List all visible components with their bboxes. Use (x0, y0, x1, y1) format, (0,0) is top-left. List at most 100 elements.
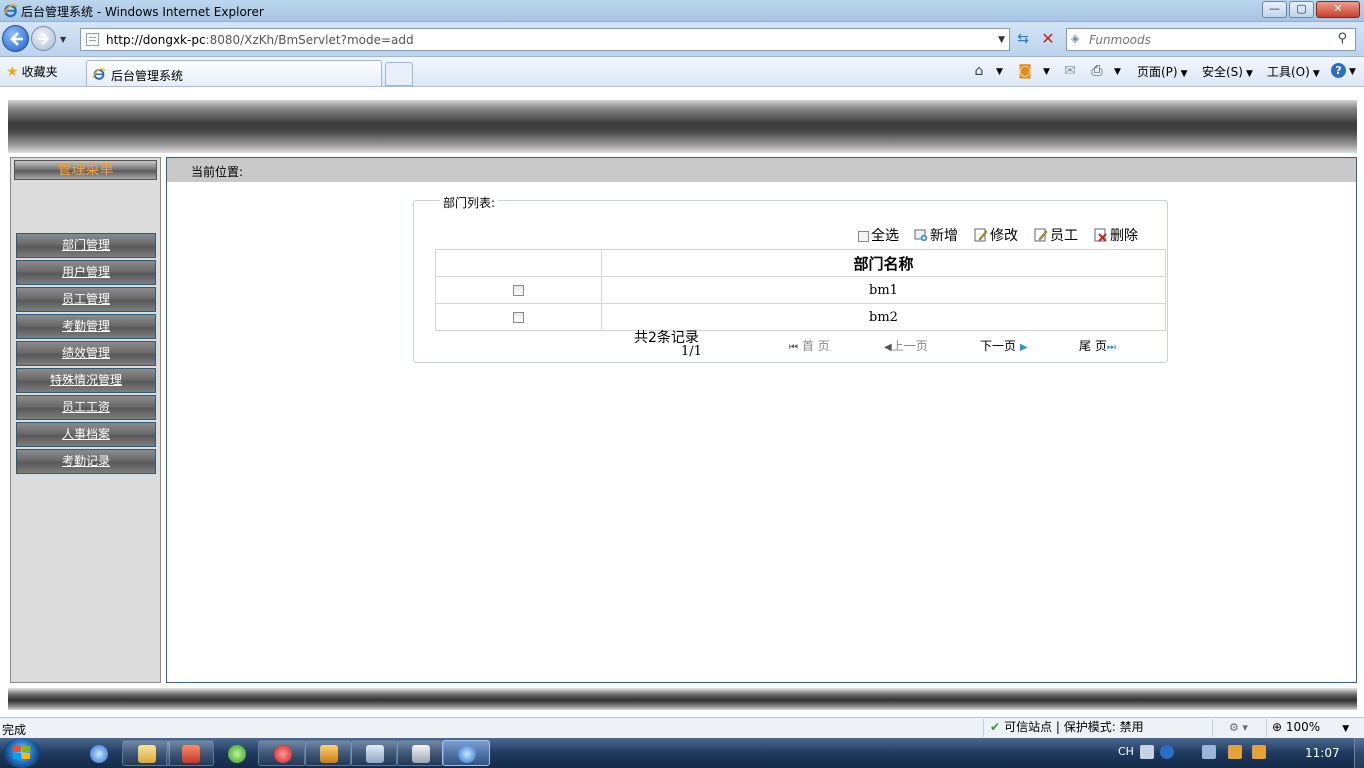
network-icon[interactable] (1202, 745, 1216, 759)
prev-page-label: 上一页 (891, 339, 928, 353)
page-icon (86, 33, 99, 46)
start-button[interactable] (3, 738, 41, 768)
select-all-label: 全选 (871, 228, 899, 244)
keyboard-icon[interactable] (1140, 745, 1154, 759)
header-banner (8, 100, 1357, 153)
delete-icon (1094, 228, 1107, 242)
sidebar-item-attendance-records[interactable]: 考勤记录 (16, 449, 156, 474)
department-list-fieldset: 部门列表: 全选 新增 修改 员工 删除 部门名称 bm1 bm2 共2条记录 … (413, 194, 1168, 363)
address-dropdown-icon[interactable]: ▼ (998, 35, 1005, 45)
print-dropdown-icon[interactable]: ▼ (1114, 67, 1121, 77)
window-titlebar: 后台管理系统 - Windows Internet Explorer — ▢ ✕ (0, 0, 1364, 22)
chevron-down-icon: ▼ (1180, 69, 1188, 79)
first-page-label: 首 页 (801, 339, 830, 353)
sidebar-item-special-cases[interactable]: 特殊情况管理 (16, 368, 156, 393)
search-icon[interactable]: ⚲ (1337, 31, 1347, 46)
employees-label: 员工 (1050, 228, 1078, 244)
taskbar-app-4[interactable] (212, 740, 260, 766)
refresh-icon[interactable]: ⇆ (1013, 29, 1033, 49)
home-dropdown-icon[interactable]: ▼ (996, 67, 1003, 77)
back-button[interactable] (2, 25, 29, 52)
sidebar-item-personnel-files[interactable]: 人事档案 (16, 422, 156, 447)
prev-arrow-icon: ◀ (884, 342, 892, 353)
sidebar-item-employees[interactable]: 员工管理 (16, 287, 156, 312)
last-page-button[interactable]: 尾 页⏭ (1079, 337, 1116, 354)
sidebar-item-performance[interactable]: 绩效管理 (16, 341, 156, 366)
zoom-control[interactable]: ⊕ 100% ▼ (1266, 719, 1349, 737)
status-bar: 完成 ✔ 可信站点 | 保护模式: 禁用 ⚙ ▾ ⊕ 100% ▼ (0, 717, 1364, 738)
taskbar-app-8[interactable] (396, 740, 444, 766)
sidebar-item-department[interactable]: 部门管理 (16, 233, 156, 258)
rss-feed-icon[interactable]: ◙ (1016, 62, 1034, 80)
ie-tab-icon (92, 68, 106, 80)
qq-icon[interactable] (1228, 745, 1242, 759)
help-icon[interactable] (1160, 745, 1174, 759)
forward-button[interactable] (31, 26, 56, 51)
last-page-icon: ⏭ (1106, 342, 1116, 353)
favorites-button[interactable]: ★ 收藏夹 (6, 63, 58, 80)
select-all-button[interactable]: 全选 (858, 225, 899, 244)
checkbox-icon (858, 231, 869, 242)
qq-icon[interactable] (1252, 745, 1266, 759)
star-icon: ★ (6, 64, 19, 80)
address-bar[interactable]: http://dongxk-pc:8080/XzKh/BmServlet?mod… (80, 28, 1010, 51)
search-input[interactable] (1089, 31, 1329, 48)
popup-blocker-icon[interactable]: ⚙ ▾ (1212, 719, 1264, 737)
employees-button[interactable]: 员工 (1034, 225, 1078, 244)
windows-logo-icon (13, 746, 30, 759)
checkbox-column-header (435, 249, 602, 277)
security-zone-label: 可信站点 | 保护模式: 禁用 (1004, 720, 1144, 734)
row-checkbox[interactable] (513, 284, 524, 296)
taskbar-app-6[interactable] (304, 740, 352, 766)
zoom-level: 100% (1285, 720, 1321, 734)
ie-icon (90, 745, 108, 763)
add-button[interactable]: 新增 (914, 225, 958, 244)
sidebar-item-users[interactable]: 用户管理 (16, 260, 156, 285)
taskbar-explorer[interactable] (122, 740, 170, 766)
home-icon[interactable]: ⌂ (970, 62, 988, 80)
prev-page-button[interactable]: ◀上一页 (884, 337, 928, 354)
sidebar-item-salary[interactable]: 员工工资 (16, 395, 156, 420)
chevron-down-icon: ▼ (1342, 724, 1350, 734)
next-page-button[interactable]: 下一页 ▶ (980, 337, 1028, 354)
maximize-button[interactable]: ▢ (1289, 1, 1314, 18)
command-bar: ★ 收藏夹 后台管理系统 ⌂ ▼ ◙ ▼ ✉ ⎙ ▼ 页面(P) ▼ 安全(S) ▼ … (0, 57, 1364, 87)
edit-icon (974, 228, 988, 242)
tab-active[interactable]: 后台管理系统 (86, 60, 382, 86)
search-box[interactable]: ◈ ⚲ (1066, 28, 1356, 51)
delete-button[interactable]: 删除 (1094, 225, 1138, 244)
taskbar-ie-active[interactable] (442, 740, 490, 766)
breadcrumb: 当前位置: (167, 158, 1356, 182)
department-table: 部门名称 bm1 bm2 (435, 249, 1166, 331)
help-menu[interactable]: ? ▼ (1331, 63, 1356, 78)
print-icon[interactable]: ⎙ (1088, 62, 1106, 80)
navigation-bar: ▼ http://dongxk-pc:8080/XzKh/BmServlet?m… (0, 22, 1364, 57)
language-indicator[interactable]: CH (1118, 745, 1134, 758)
safety-menu[interactable]: 安全(S) ▼ (1202, 63, 1253, 80)
back-arrow-icon (10, 32, 23, 46)
url-host: http://dongxk-pc (106, 33, 206, 47)
new-tab-button[interactable] (385, 62, 413, 86)
tools-menu-label: 工具(O) (1267, 65, 1310, 79)
close-window-button[interactable]: ✕ (1316, 1, 1360, 18)
edit-button[interactable]: 修改 (974, 225, 1018, 244)
sidebar-item-attendance[interactable]: 考勤管理 (16, 314, 156, 339)
first-page-button[interactable]: ⏮ 首 页 (789, 337, 830, 354)
address-url[interactable]: http://dongxk-pc:8080/XzKh/BmServlet?mod… (106, 33, 414, 47)
history-dropdown-icon[interactable]: ▼ (60, 35, 66, 44)
taskbar-app-3[interactable] (166, 740, 214, 766)
feed-dropdown-icon[interactable]: ▼ (1043, 67, 1050, 77)
taskbar-app-7[interactable] (350, 740, 398, 766)
mail-icon[interactable]: ✉ (1061, 62, 1079, 80)
table-row: bm1 (435, 276, 1166, 304)
minimize-button[interactable]: — (1262, 1, 1287, 18)
tools-menu[interactable]: 工具(O) ▼ (1267, 63, 1320, 80)
row-checkbox[interactable] (513, 311, 524, 323)
security-zone[interactable]: ✔ 可信站点 | 保护模式: 禁用 (983, 719, 1144, 737)
stop-icon[interactable]: ✕ (1038, 29, 1058, 49)
show-desktop-button[interactable] (1354, 738, 1364, 768)
taskbar-app-5[interactable] (258, 740, 306, 766)
taskbar-ie[interactable] (74, 740, 122, 766)
page-menu[interactable]: 页面(P) ▼ (1137, 63, 1188, 80)
clock[interactable]: 11:07 (1305, 746, 1340, 760)
